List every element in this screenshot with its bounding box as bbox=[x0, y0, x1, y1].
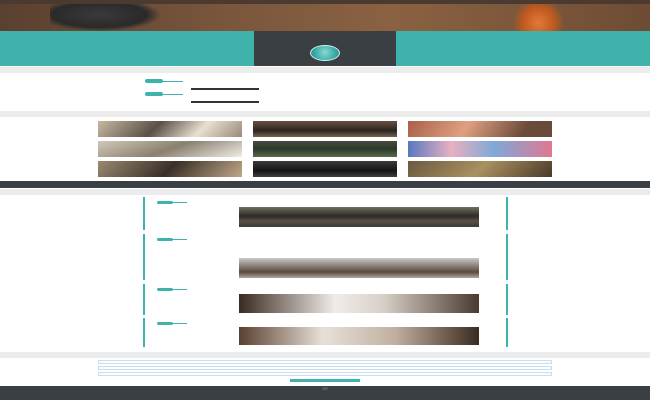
footer bbox=[0, 386, 650, 400]
send-button[interactable] bbox=[290, 379, 360, 382]
gallery-photo[interactable] bbox=[98, 141, 242, 157]
profile-band bbox=[0, 31, 650, 66]
email-field[interactable] bbox=[98, 366, 552, 370]
gallery-photo[interactable] bbox=[253, 121, 397, 137]
section-heading-contact bbox=[0, 352, 650, 358]
post-card[interactable] bbox=[143, 284, 508, 315]
timeline-item bbox=[145, 88, 475, 104]
timeline-date-badge bbox=[145, 92, 163, 96]
hero-portrait bbox=[50, 4, 160, 31]
hero-banner bbox=[0, 4, 650, 31]
post-card[interactable] bbox=[143, 234, 508, 280]
timeline-connector bbox=[163, 94, 183, 95]
post-connector bbox=[173, 202, 187, 203]
section-heading-posts bbox=[0, 189, 650, 195]
name-field[interactable] bbox=[98, 360, 552, 364]
scroll-top-icon[interactable] bbox=[322, 387, 328, 390]
post-date-badge bbox=[157, 238, 173, 241]
avatar[interactable] bbox=[310, 45, 340, 61]
post-image[interactable] bbox=[239, 207, 479, 227]
post-connector bbox=[173, 289, 187, 290]
timeline-connector bbox=[163, 81, 183, 82]
post-connector bbox=[173, 323, 187, 324]
timeline bbox=[0, 73, 650, 110]
gallery-photo[interactable] bbox=[253, 161, 397, 177]
post-connector bbox=[173, 239, 187, 240]
post-feed bbox=[143, 197, 508, 347]
profile-card bbox=[254, 31, 396, 66]
post-card[interactable] bbox=[143, 197, 508, 230]
hero-emblem bbox=[500, 4, 570, 31]
post-date-badge bbox=[157, 288, 173, 291]
post-image[interactable] bbox=[239, 294, 479, 313]
photo-gallery bbox=[98, 121, 552, 178]
post-card[interactable] bbox=[143, 318, 508, 347]
gallery-photo[interactable] bbox=[408, 161, 552, 177]
timeline-date-badge bbox=[145, 79, 163, 83]
post-date-badge bbox=[157, 322, 173, 325]
gallery-photo[interactable] bbox=[98, 161, 242, 177]
gallery-photo[interactable] bbox=[408, 121, 552, 137]
contact-form bbox=[98, 360, 552, 382]
post-date-badge bbox=[157, 201, 173, 204]
gallery-photo[interactable] bbox=[253, 141, 397, 157]
announcement-bar bbox=[0, 181, 650, 188]
message-field[interactable] bbox=[98, 372, 552, 376]
post-image[interactable] bbox=[239, 258, 479, 278]
post-image[interactable] bbox=[239, 327, 479, 345]
gallery-photo[interactable] bbox=[98, 121, 242, 137]
section-heading-gallery bbox=[0, 111, 650, 117]
gallery-photo[interactable] bbox=[408, 141, 552, 157]
timeline-read-more[interactable] bbox=[191, 101, 259, 103]
